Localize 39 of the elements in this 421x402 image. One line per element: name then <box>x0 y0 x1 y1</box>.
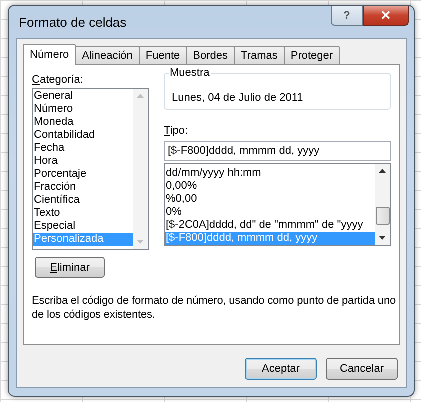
category-label: Categoría: <box>32 73 84 87</box>
tab[interactable]: Fuente <box>138 46 188 64</box>
category-list[interactable]: General Número Moneda Contabilidad Fecha Hora Porcentaje Fracción Científica Texto Especial Personalizada <box>32 88 149 250</box>
tab[interactable]: Proteger <box>284 46 340 64</box>
scroll-thumb[interactable] <box>376 207 390 225</box>
dialog-button[interactable]: Cancelar <box>326 358 398 380</box>
tab[interactable]: Tramas <box>234 46 285 64</box>
list-item[interactable]: Número <box>33 103 133 116</box>
sample-text: Lunes, 04 de Julio de 2011 <box>172 92 304 104</box>
format-input[interactable]: [$-F800]dddd, mmmm dd, yyyy <box>164 141 391 161</box>
list-item[interactable]: Porcentaje <box>33 168 133 181</box>
tab[interactable]: Bordes <box>186 46 235 64</box>
list-item[interactable]: Especial <box>33 220 133 233</box>
scroll-up-icon[interactable] <box>379 169 386 173</box>
list-item[interactable]: Moneda <box>33 116 133 129</box>
description-text: Escriba el código de formato de número, usando como punto de partida uno de los códigos existentes. <box>32 294 397 322</box>
dialog-button[interactable]: Aceptar <box>245 358 317 380</box>
tab[interactable]: Alineación <box>75 46 140 64</box>
list-item[interactable]: dd/mm/yyyy hh:mm <box>165 167 375 180</box>
list-item[interactable]: General <box>33 90 133 103</box>
delete-button[interactable]: Eliminar <box>35 257 105 278</box>
close-button[interactable]: ✕ <box>363 6 409 26</box>
list-item[interactable]: [$-2C0A]dddd, dd" de "mmmm" de "yyyy <box>165 219 375 232</box>
list-item[interactable]: Hora <box>33 155 133 168</box>
window-title: Formato de celdas <box>19 15 127 30</box>
scrollbar[interactable] <box>375 164 390 245</box>
list-item[interactable]: 0,00% <box>165 180 375 193</box>
list-item[interactable]: Fracción <box>33 181 133 194</box>
list-item[interactable]: Contabilidad <box>33 129 133 142</box>
type-label: Tipo: <box>164 124 190 138</box>
list-item[interactable]: Fecha <box>33 142 133 155</box>
tab[interactable]: Número <box>23 44 76 65</box>
list-item[interactable]: Científica <box>33 194 133 207</box>
help-button[interactable]: ? <box>331 6 363 26</box>
list-item[interactable]: Texto <box>33 207 133 220</box>
scroll-down-icon[interactable] <box>379 236 386 240</box>
list-item[interactable]: 0% <box>165 206 375 219</box>
list-item[interactable]: %0,00 <box>165 193 375 206</box>
format-list[interactable]: dd/mm/yyyy hh:mm 0,00% %0,00 0% [$-2C0A]dddd, dd" de "mmmm" de "yyyy [$-F800]dddd, mmmm dd, yyyy <box>164 163 391 246</box>
